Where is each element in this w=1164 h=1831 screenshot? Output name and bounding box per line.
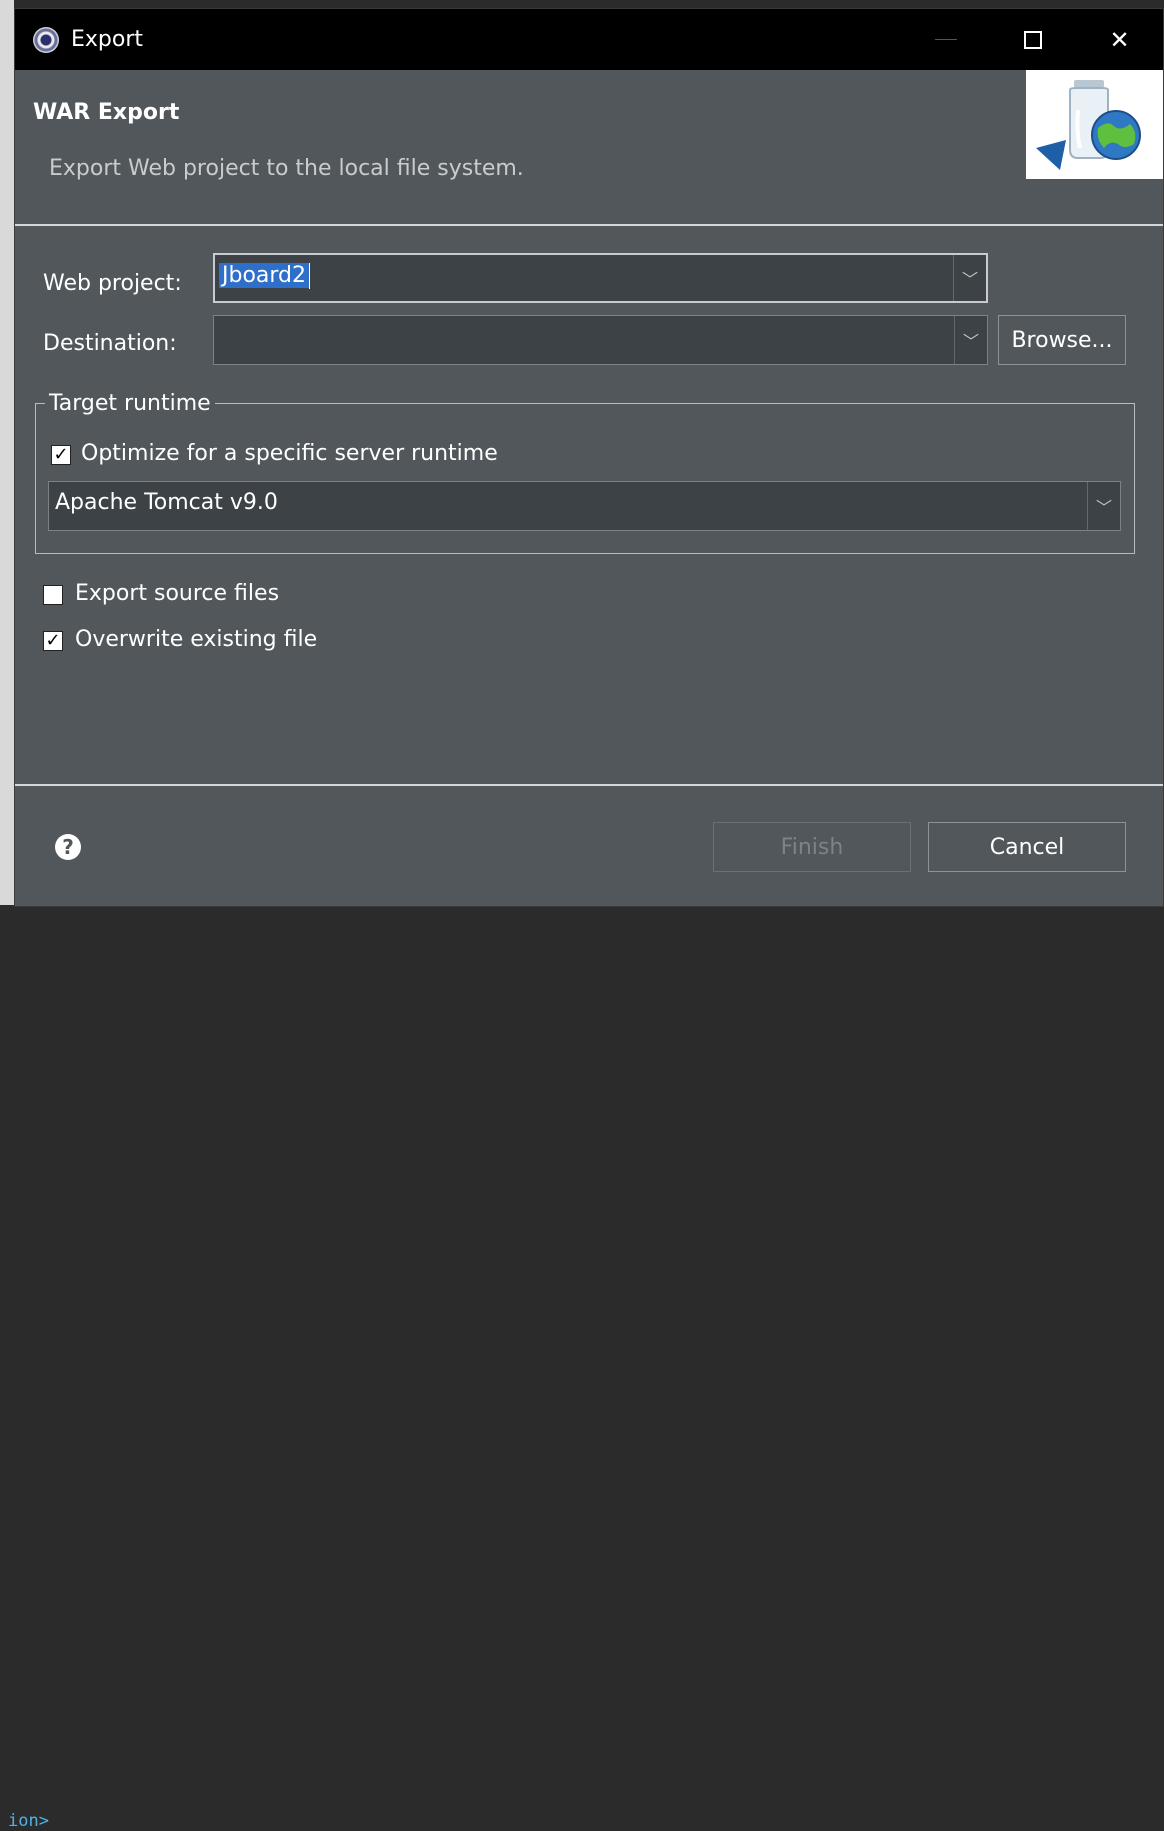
background-right-edge	[1152, 216, 1164, 346]
overwrite-label[interactable]: Overwrite existing file	[75, 627, 317, 652]
checkmark-icon: ✓	[45, 630, 61, 651]
background-editor-bottom: ion>	[0, 905, 1164, 1831]
maximize-button[interactable]	[989, 9, 1076, 70]
chevron-down-icon[interactable]: ﹀	[1087, 482, 1120, 530]
title-bar[interactable]: Export ✕	[15, 9, 1163, 70]
minimize-button[interactable]	[902, 9, 989, 70]
minimize-icon	[934, 39, 957, 40]
eclipse-logo-icon	[33, 26, 59, 53]
export-source-label[interactable]: Export source files	[75, 581, 279, 606]
optimize-checkbox[interactable]: ✓	[51, 445, 71, 465]
export-dialog: Export ✕ WAR Export Export Web project t…	[14, 8, 1164, 907]
overwrite-checkbox[interactable]: ✓	[43, 631, 63, 651]
web-project-label: Web project:	[43, 271, 182, 296]
destination-label: Destination:	[43, 331, 177, 356]
close-button[interactable]: ✕	[1076, 9, 1163, 70]
destination-combo[interactable]: ﹀	[213, 315, 988, 365]
target-runtime-group	[35, 403, 1135, 554]
header-separator	[15, 224, 1163, 226]
target-runtime-label: Target runtime	[45, 391, 215, 417]
war-export-jar-icon	[1026, 70, 1163, 179]
browse-button[interactable]: Browse...	[998, 315, 1126, 365]
cancel-button[interactable]: Cancel	[928, 822, 1126, 872]
server-runtime-combo[interactable]: Apache Tomcat v9.0 ﹀	[48, 481, 1121, 531]
web-project-value: Jboard2	[219, 263, 311, 289]
chevron-down-icon[interactable]: ﹀	[954, 316, 987, 364]
chevron-down-icon[interactable]: ﹀	[953, 255, 986, 301]
wizard-header: WAR Export Export Web project to the loc…	[15, 70, 1163, 225]
checkmark-icon: ✓	[53, 444, 69, 465]
background-code-text: ion>	[8, 1811, 49, 1831]
background-editor-gutter	[0, 0, 14, 927]
wizard-title: WAR Export	[33, 100, 180, 125]
help-icon[interactable]: ?	[55, 834, 81, 860]
finish-button[interactable]: Finish	[713, 822, 911, 872]
server-runtime-value: Apache Tomcat v9.0	[55, 490, 278, 515]
window-title: Export	[71, 27, 144, 52]
export-source-checkbox[interactable]	[43, 585, 63, 605]
optimize-label[interactable]: Optimize for a specific server runtime	[81, 441, 498, 466]
wizard-description: Export Web project to the local file sys…	[49, 156, 524, 181]
close-icon: ✕	[1109, 25, 1130, 54]
web-project-combo[interactable]: Jboard2 ﹀	[213, 253, 988, 303]
maximize-icon	[1023, 30, 1042, 49]
footer-separator	[15, 784, 1163, 786]
